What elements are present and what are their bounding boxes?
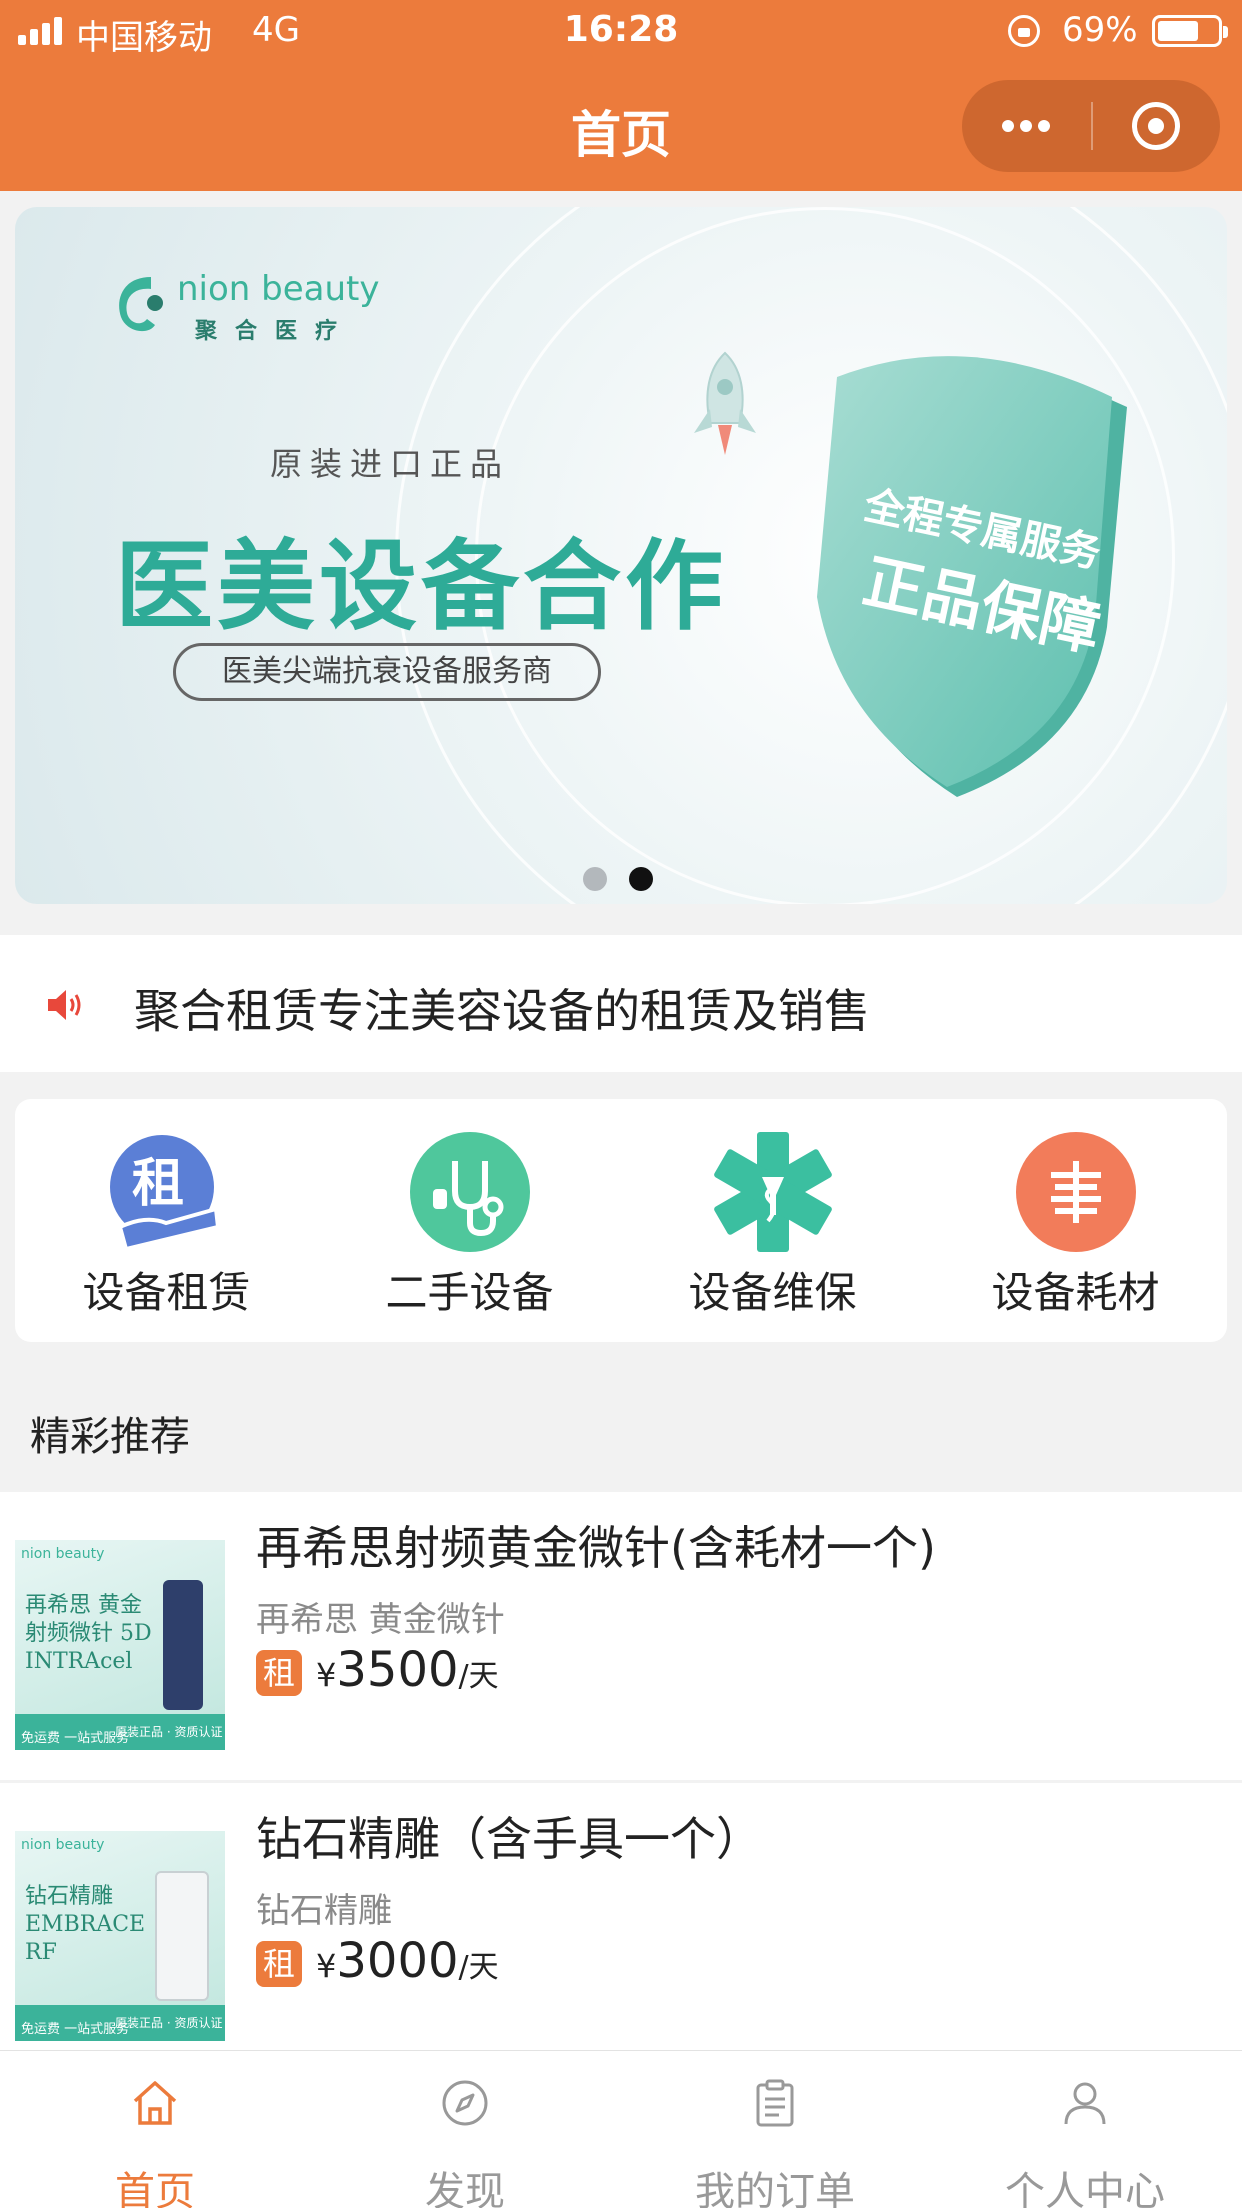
medical-star-icon bbox=[714, 1132, 832, 1252]
notice-text: 聚合租赁专注美容设备的租赁及销售 bbox=[134, 984, 870, 1038]
battery-icon bbox=[1152, 15, 1228, 47]
product-thumbnail: nion beauty 再希思 黄金射频微针 5D INTRAcel 免运费 一… bbox=[15, 1540, 225, 1750]
status-bar: 中国移动 4G 16:28 69% bbox=[0, 0, 1242, 62]
notice-bar[interactable]: 聚合租赁专注美容设备的租赁及销售 bbox=[0, 935, 1242, 1072]
product-card[interactable]: nion beauty 钻石精雕 EMBRACE RF 免运费 一站式服务 原装… bbox=[0, 1783, 1242, 2071]
category-label: 设备维保 bbox=[688, 1268, 857, 1317]
more-button[interactable] bbox=[962, 80, 1090, 172]
rent-badge: 租 bbox=[256, 1941, 302, 1987]
close-miniprogram-button[interactable] bbox=[1092, 80, 1220, 172]
category-grid: 租 设备租赁 二手设备 设备维保 设备耗材 bbox=[15, 1099, 1227, 1342]
battery-percent: 69% bbox=[1062, 10, 1138, 50]
product-price: ¥3500/天 bbox=[316, 1642, 499, 1698]
stethoscope-icon bbox=[410, 1132, 530, 1252]
tab-label: 我的订单 bbox=[695, 2169, 855, 2208]
speaker-icon bbox=[48, 990, 81, 1020]
clipboard-icon bbox=[756, 2079, 794, 2127]
carousel-dot-active[interactable] bbox=[629, 867, 653, 891]
thumb-footer-left: 免运费 一站式服务 bbox=[21, 2022, 130, 2037]
tab-label: 个人中心 bbox=[1005, 2169, 1165, 2208]
promo-banner[interactable]: nion beauty 聚合医疗 原装进口正品 医美设备合作 医美尖端抗衰设备服… bbox=[15, 207, 1227, 904]
thumb-logo: nion beauty bbox=[21, 1546, 105, 1562]
category-consumables[interactable]: 设备耗材 bbox=[924, 1099, 1227, 1342]
user-icon bbox=[1064, 2082, 1106, 2125]
brand-subtitle: 聚合医疗 bbox=[195, 319, 356, 344]
category-label: 设备耗材 bbox=[991, 1268, 1160, 1317]
category-equipment-rental[interactable]: 租 设备租赁 bbox=[15, 1099, 318, 1342]
thumb-title: 钻石精雕 EMBRACE RF bbox=[25, 1884, 146, 1965]
category-label: 设备租赁 bbox=[82, 1268, 251, 1317]
banner-title: 医美设备合作 bbox=[115, 530, 728, 644]
tab-home[interactable]: 首页 bbox=[0, 2051, 310, 2208]
device-image bbox=[163, 1580, 203, 1710]
product-subtitle: 再希思 黄金微针 bbox=[256, 1600, 505, 1640]
compass-icon bbox=[442, 2080, 488, 2126]
product-subtitle: 钻石精雕 bbox=[256, 1891, 392, 1931]
product-price: ¥3000/天 bbox=[316, 1933, 499, 1989]
product-card[interactable]: nion beauty 再希思 黄金射频微针 5D INTRAcel 免运费 一… bbox=[0, 1492, 1242, 1780]
consumables-icon bbox=[1016, 1132, 1136, 1252]
section-title: 精彩推荐 bbox=[30, 1414, 190, 1460]
brand-logo-icon bbox=[119, 277, 163, 332]
home-icon bbox=[133, 2081, 177, 2125]
product-thumbnail: nion beauty 钻石精雕 EMBRACE RF 免运费 一站式服务 原装… bbox=[15, 1831, 225, 2041]
thumb-footer-right: 原装正品 · 资质认证 bbox=[115, 2016, 223, 2030]
app-header: 中国移动 4G 16:28 69% 首页 bbox=[0, 0, 1242, 191]
category-label: 二手设备 bbox=[385, 1268, 554, 1317]
miniprogram-capsule bbox=[962, 80, 1220, 172]
thumb-logo: nion beauty bbox=[21, 1837, 105, 1853]
thumb-footer-left: 免运费 一站式服务 bbox=[21, 1731, 130, 1746]
rent-badge: 租 bbox=[256, 1650, 302, 1696]
rotation-lock-icon bbox=[1008, 15, 1040, 47]
thumb-title: 再希思 黄金射频微针 5D INTRAcel bbox=[25, 1593, 152, 1674]
brand-name: nion beauty bbox=[177, 269, 380, 309]
banner-subtitle-pill: 医美尖端抗衰设备服务商 bbox=[173, 643, 601, 701]
tab-label: 发现 bbox=[425, 2169, 505, 2208]
banner-tagline: 原装进口正品 bbox=[270, 445, 511, 483]
svg-text:租: 租 bbox=[132, 1154, 184, 1214]
tab-my-orders[interactable]: 我的订单 bbox=[620, 2051, 930, 2208]
tab-profile[interactable]: 个人中心 bbox=[930, 2051, 1240, 2208]
device-image bbox=[155, 1871, 209, 2001]
clock: 16:28 bbox=[563, 9, 679, 50]
bottom-tab-bar: 首页 发现 我的订单 个人中心 bbox=[0, 2050, 1242, 2208]
product-name: 钻石精雕（含手具一个） bbox=[256, 1812, 762, 1866]
category-maintenance[interactable]: 设备维保 bbox=[621, 1099, 924, 1342]
product-name: 再希思射频黄金微针(含耗材一个) bbox=[256, 1521, 936, 1575]
tab-discover[interactable]: 发现 bbox=[310, 2051, 620, 2208]
thumb-footer-right: 原装正品 · 资质认证 bbox=[115, 1725, 223, 1739]
category-used-equipment[interactable]: 二手设备 bbox=[318, 1099, 621, 1342]
carousel-dot[interactable] bbox=[583, 867, 607, 891]
rent-icon: 租 bbox=[110, 1135, 221, 1252]
tab-label: 首页 bbox=[115, 2169, 195, 2208]
rocket-icon bbox=[694, 351, 756, 455]
